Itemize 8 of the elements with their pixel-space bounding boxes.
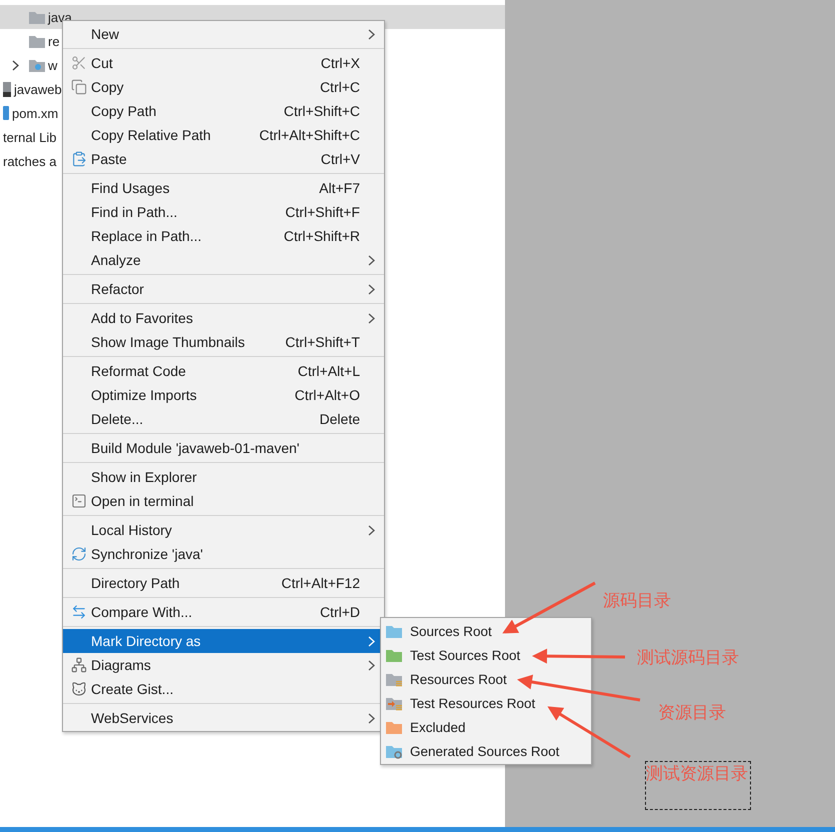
tree-label: re — [48, 34, 60, 48]
tree-label: w — [48, 58, 58, 72]
tree-label: pom.xm — [12, 106, 58, 120]
annotation-text: 资源目录 — [658, 702, 726, 724]
annotation-text: 测试资源目录 — [645, 761, 751, 810]
annotation-text: 测试源码目录 — [637, 647, 739, 669]
tree-label: javaweb — [14, 82, 62, 96]
annotation-text: 源码目录 — [603, 590, 671, 612]
